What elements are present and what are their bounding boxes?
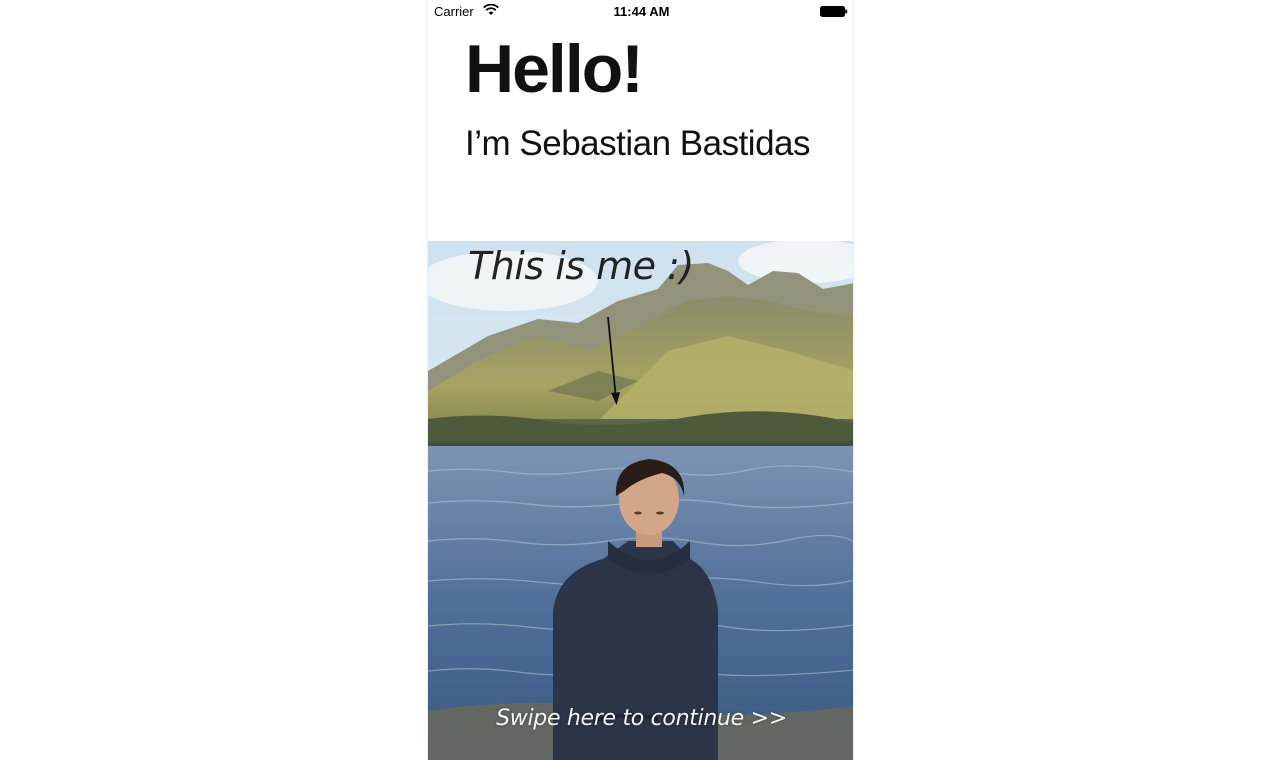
photo-caption: This is me :) (468, 244, 694, 288)
status-bar: Carrier 11:44 AM (428, 0, 853, 24)
battery-icon (820, 6, 848, 17)
status-time: 11:44 AM (613, 4, 670, 19)
swipe-to-continue[interactable]: Swipe here to continue >> (428, 706, 853, 731)
arrow-down-icon (607, 316, 620, 405)
phone-screen: Carrier 11:44 AM Hello! I’m Sebastian Ba… (427, 0, 854, 760)
name-subtitle: I’m Sebastian Bastidas (465, 124, 811, 163)
profile-photo (428, 241, 853, 760)
greeting-title: Hello! (465, 31, 644, 107)
